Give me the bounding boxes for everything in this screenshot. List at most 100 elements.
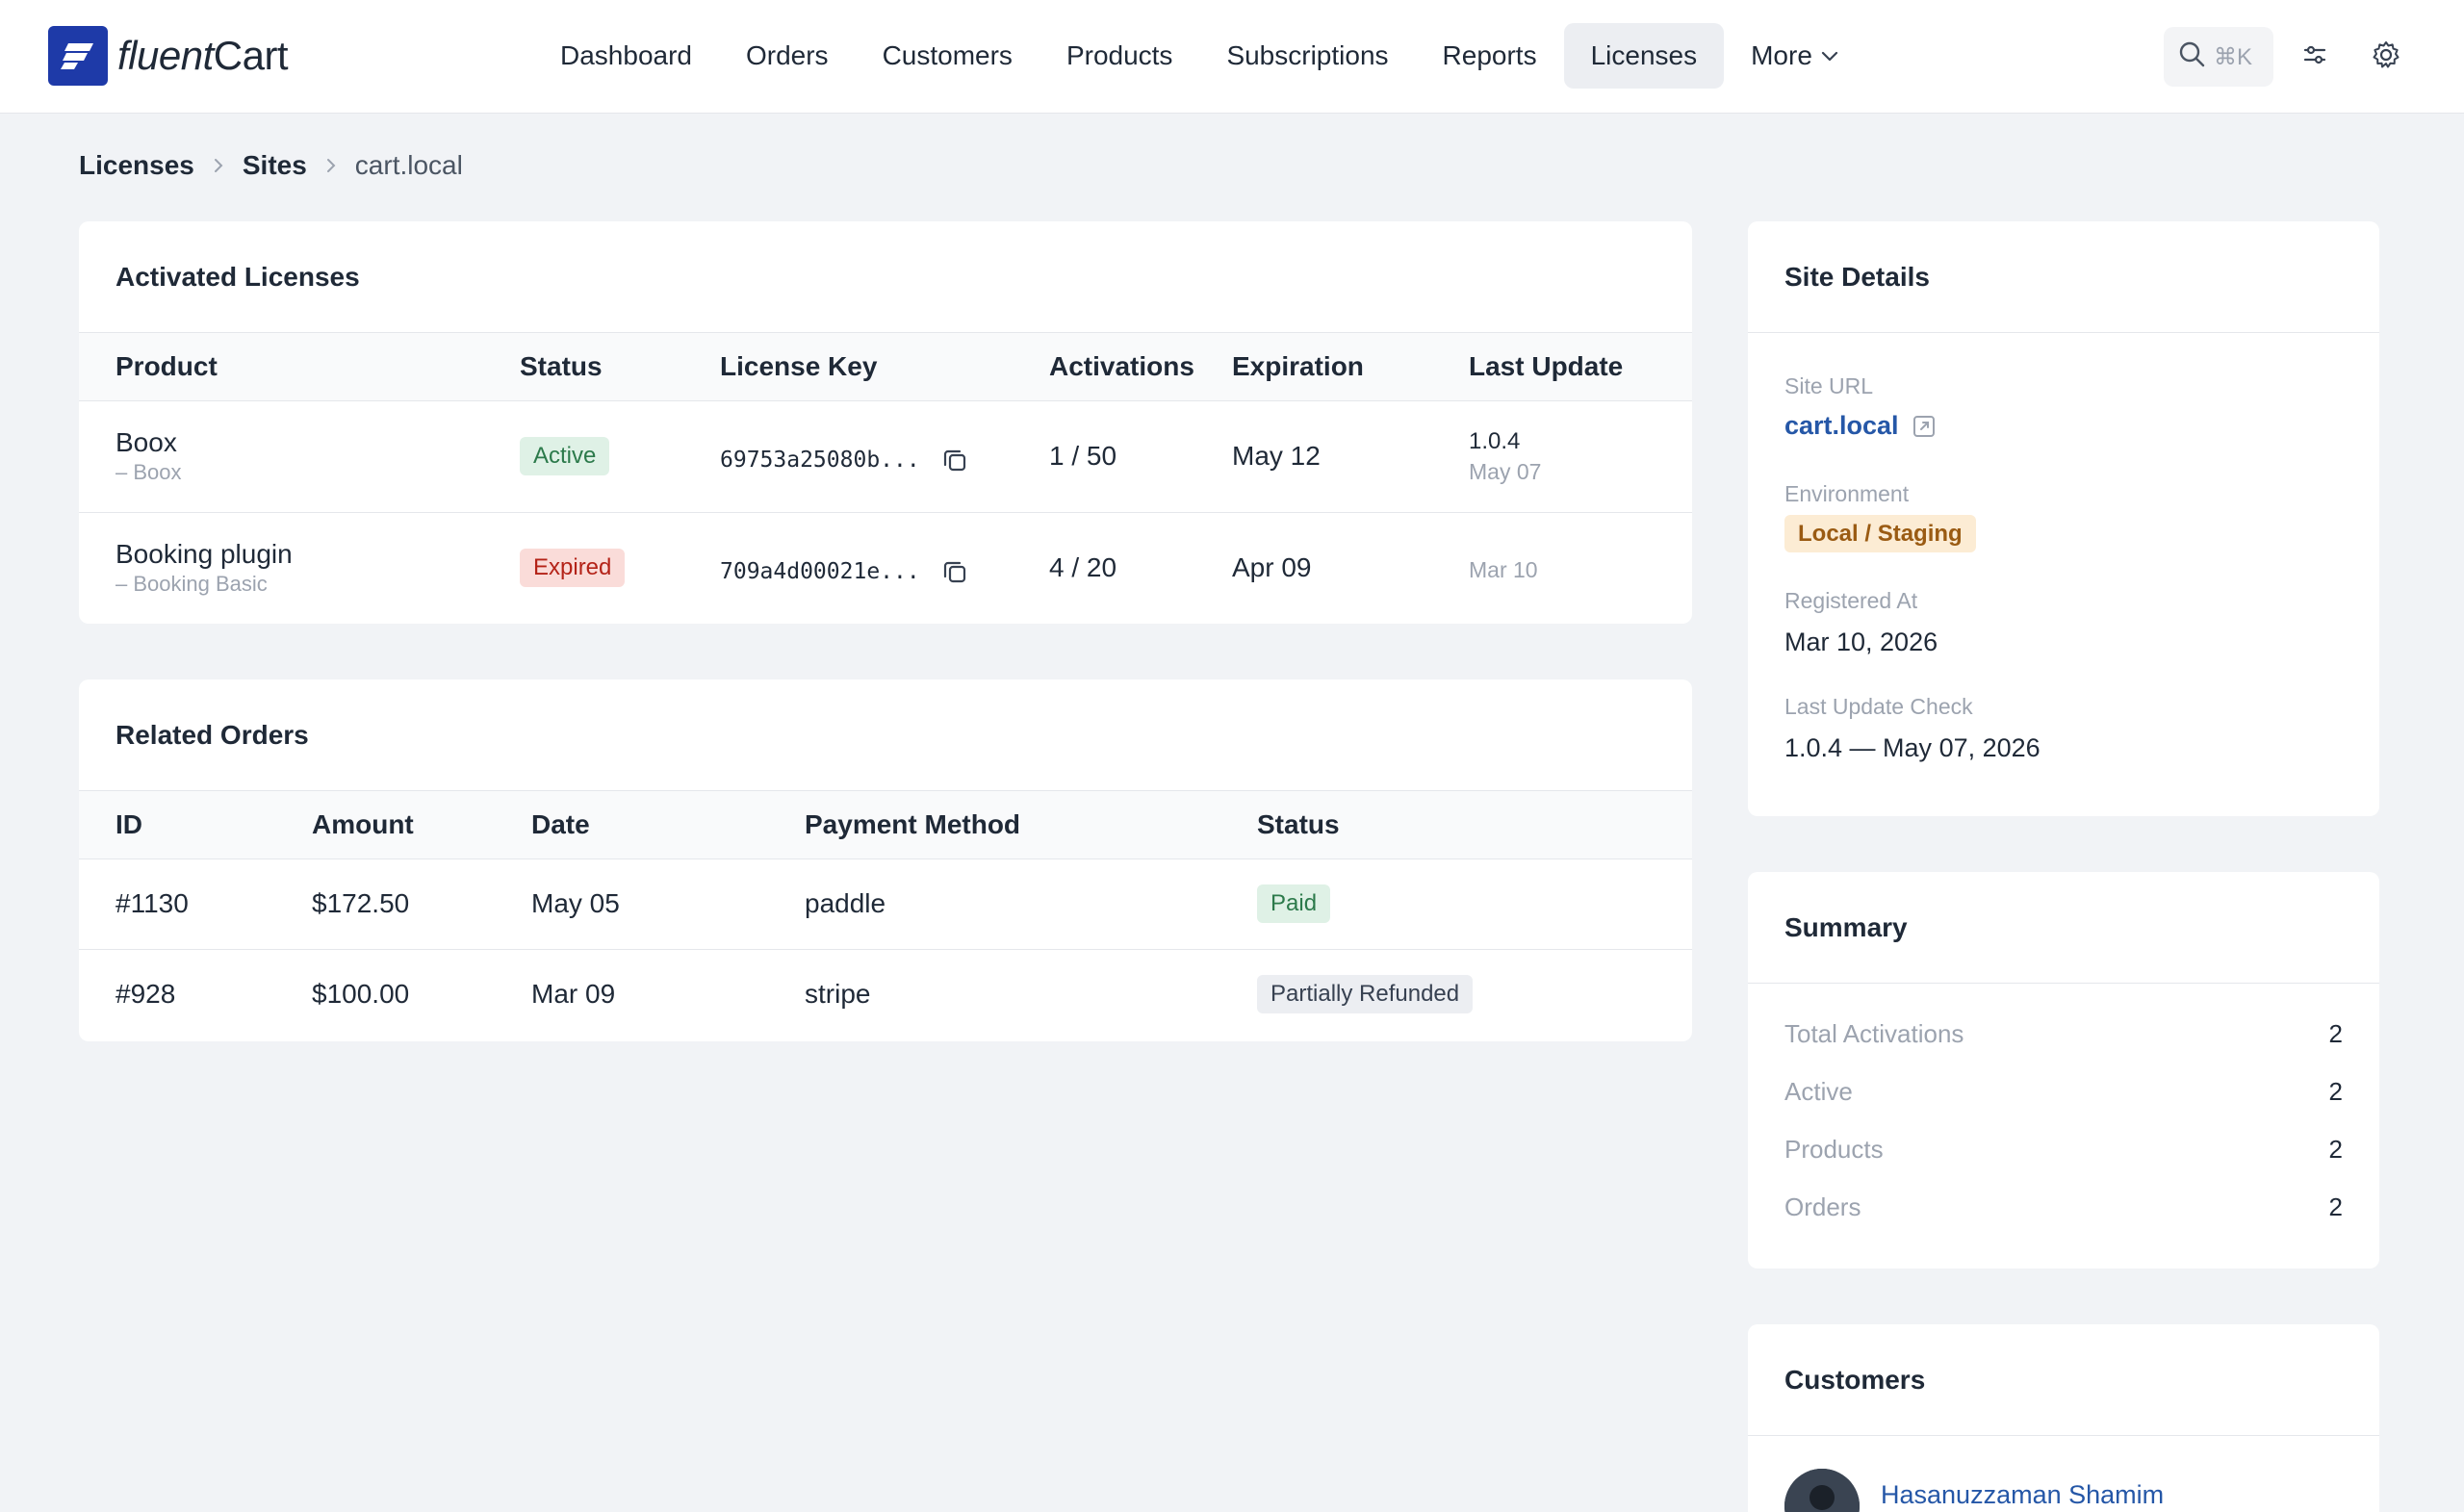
license-key-cell: 69753a25080b... [720,400,1049,513]
expiration-cell: Apr 09 [1232,552,1312,583]
site-details-body: Site URL cart.local Environment Local / … [1748,333,2379,763]
license-key-text: 69753a25080b... [720,448,920,473]
site-details-title: Site Details [1748,221,2379,333]
col-date[interactable]: Date [531,791,805,859]
order-amount: $172.50 [312,859,531,950]
expiration-cell: May 12 [1232,400,1469,513]
nav-products[interactable]: Products [1040,23,1200,89]
orders-table: ID Amount Date Payment Method Status #11… [79,791,1692,1039]
table-header-row: Product Status License Key Activations E… [79,333,1692,401]
breadcrumb-licenses[interactable]: Licenses [79,150,194,181]
summary-value: 2 [2328,1018,2343,1048]
col-activations[interactable]: Activations [1049,333,1232,401]
table-row[interactable]: #1130 $172.50 May 05 paddle Paid [79,859,1692,950]
site-url-field: cart.local [1784,411,2343,441]
search-icon [2177,39,2206,75]
summary-list: Total Activations 2 Active 2 Products 2 … [1748,984,2379,1236]
registered-at-value: Mar 10, 2026 [1784,628,1938,656]
fluentcart-logo-icon [48,26,108,86]
col-status[interactable]: Status [1257,791,1692,859]
col-last-update[interactable]: Last Update [1469,333,1692,401]
site-details-card: Site Details Site URL cart.local Environ… [1748,221,2379,816]
nav-licenses[interactable]: Licenses [1563,23,1725,89]
breadcrumb-sites[interactable]: Sites [243,150,307,181]
registered-at-label: Registered At [1784,588,1918,613]
settings-button[interactable] [2356,27,2416,87]
site-url-link[interactable]: cart.local [1784,411,1899,441]
nav-orders[interactable]: Orders [719,23,856,89]
summary-row: Active 2 [1748,1063,2379,1120]
col-id[interactable]: ID [79,791,312,859]
top-actions: ⌘K [2164,27,2416,87]
filters-button[interactable] [2285,27,2345,87]
environment-field: Local / Staging [1784,515,2343,552]
brand-name-part2: Cart [213,33,289,78]
summary-row: Products 2 [1748,1120,2379,1178]
order-amount: $100.00 [312,979,410,1010]
order-status-cell: Partially Refunded [1257,949,1692,1039]
search-button[interactable]: ⌘K [2164,27,2273,87]
table-row[interactable]: Boox – Boox Active 69753a25080b... 1 / 5… [79,400,1692,513]
related-orders-card: Related Orders ID Amount Date Payment Me… [79,679,1692,1041]
activated-licenses-title: Activated Licenses [79,221,1692,333]
col-status[interactable]: Status [520,333,720,401]
external-link-icon[interactable] [1912,415,1936,438]
top-bar: fluentCart Dashboard Orders Customers Pr… [0,0,2464,114]
breadcrumb: Licenses Sites cart.local [79,146,463,185]
last-update-check-label: Last Update Check [1784,694,1973,719]
nav-reports[interactable]: Reports [1416,23,1564,89]
nav-dashboard[interactable]: Dashboard [533,23,719,89]
summary-label: Orders [1784,1192,1861,1221]
customers-title: Customers [1748,1324,2379,1436]
table-row[interactable]: Booking plugin – Booking Basic Expired 7… [79,512,1692,624]
summary-row: Total Activations 2 [1748,1005,2379,1063]
order-id[interactable]: #1130 [79,859,312,950]
update-date: May 07 [1469,458,1542,484]
licenses-table: Product Status License Key Activations E… [79,333,1692,624]
col-product[interactable]: Product [79,333,520,401]
status-cell: Active [520,400,720,513]
license-key: 69753a25080b... [720,447,968,474]
nav-subscriptions[interactable]: Subscriptions [1199,23,1415,89]
update-date: Mar 10 [1469,556,1538,582]
customer-item[interactable]: Hasanuzzaman Shamim [1748,1436,2379,1512]
version: 1.0.4 [1469,427,1521,454]
breadcrumb-current: cart.local [354,150,463,180]
col-amount[interactable]: Amount [312,791,531,859]
summary-value: 2 [2328,1192,2343,1221]
chevron-right-icon [212,156,225,175]
col-license-key[interactable]: License Key [720,333,1049,401]
last-update-cell: Mar 10 [1469,512,1692,624]
col-expiration[interactable]: Expiration [1232,333,1469,401]
product-name[interactable]: Boox [116,427,177,457]
nav-customers[interactable]: Customers [856,23,1040,89]
summary-card: Summary Total Activations 2 Active 2 Pro… [1748,872,2379,1269]
order-id[interactable]: #928 [79,949,312,1039]
summary-value: 2 [2328,1076,2343,1106]
customer-name-link[interactable]: Hasanuzzaman Shamim [1881,1480,2164,1510]
summary-label: Total Activations [1784,1018,1964,1048]
product-cell: Booking plugin – Booking Basic [79,512,520,624]
nav-more-label: More [1751,40,1812,70]
related-orders-title: Related Orders [79,679,1692,791]
brand-name-part1: fluent [117,33,214,78]
activations-cell: 1 / 50 [1049,400,1232,513]
copy-icon[interactable] [941,558,968,585]
status-cell: Expired [520,512,720,624]
table-header-row: ID Amount Date Payment Method Status [79,791,1692,859]
order-date: May 05 [531,859,805,950]
avatar [1784,1469,1860,1512]
summary-label: Products [1784,1134,1884,1164]
search-shortcut: ⌘K [2214,43,2253,70]
summary-row: Orders 2 [1748,1178,2379,1236]
environment-badge: Local / Staging [1784,515,1976,552]
product-name[interactable]: Booking plugin [116,539,293,569]
brand-logo[interactable]: fluentCart [48,26,289,86]
brand-name: fluentCart [117,33,289,79]
sliders-icon [2302,42,2327,72]
nav-more[interactable]: More [1724,23,1866,89]
col-payment-method[interactable]: Payment Method [805,791,1257,859]
product-cell: Boox – Boox [79,400,520,513]
table-row[interactable]: #928 $100.00 Mar 09 stripe Partially Ref… [79,949,1692,1039]
copy-icon[interactable] [941,447,968,474]
